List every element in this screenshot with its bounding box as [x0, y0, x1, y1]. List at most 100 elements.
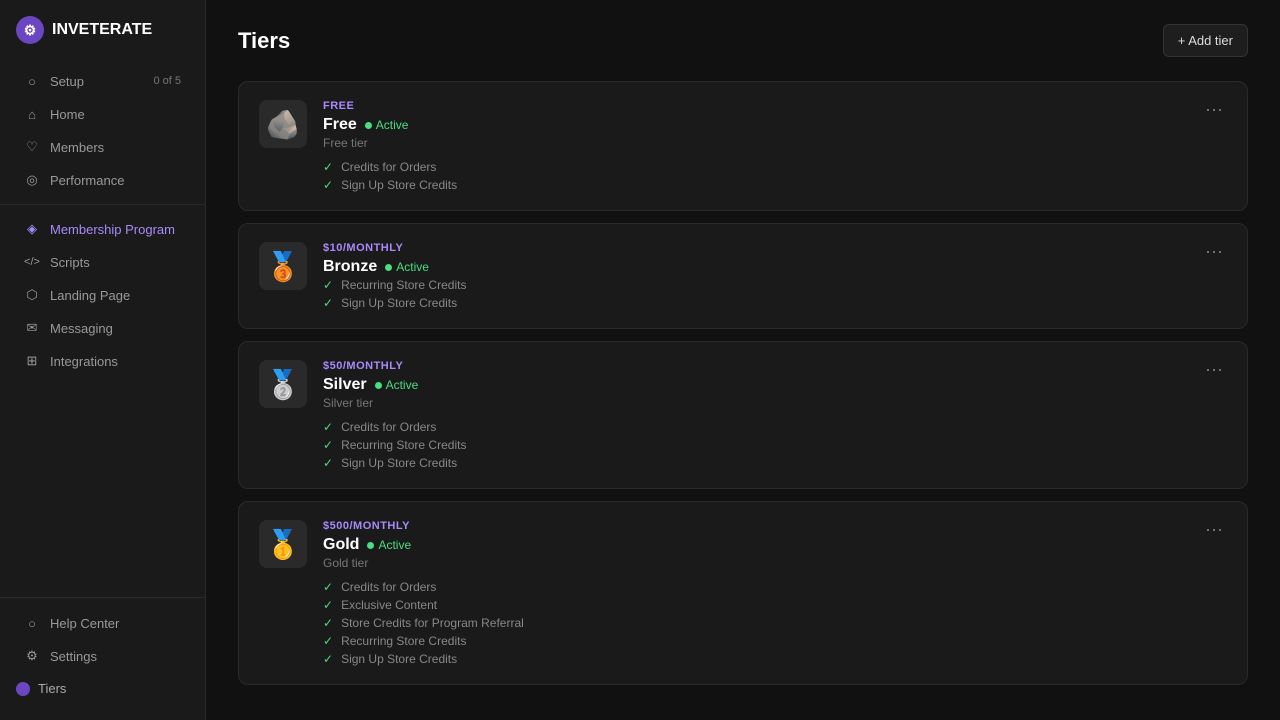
scripts-icon: </>	[24, 254, 40, 270]
sidebar-item-performance[interactable]: ◎ Performance	[8, 164, 197, 196]
tier-status: Active	[385, 260, 429, 274]
tier-name: Gold	[323, 536, 359, 554]
sidebar-item-scripts[interactable]: </> Scripts	[8, 246, 197, 278]
sidebar-item-label: Scripts	[50, 255, 90, 270]
check-icon: ✓	[323, 616, 333, 630]
sidebar-item-members[interactable]: ♡ Members	[8, 131, 197, 163]
add-tier-button[interactable]: + Add tier	[1163, 24, 1248, 57]
sidebar-nav: ○ Setup 0 of 5 ⌂ Home ♡ Members ◎ Perfor…	[0, 64, 205, 597]
tier-price: $10/MONTHLY	[323, 242, 1185, 254]
sidebar-bottom: ○ Help Center ⚙ Settings Tiers	[0, 597, 205, 720]
tier-card-free: 🪨 FREE Free Active Free tier ✓ Credits f…	[238, 81, 1248, 211]
sidebar-item-help-center[interactable]: ○ Help Center	[8, 607, 197, 639]
feature-label: Recurring Store Credits	[341, 278, 466, 292]
sidebar-item-tiers[interactable]: Tiers	[0, 673, 205, 704]
sidebar-item-label: Members	[50, 140, 104, 155]
feature-label: Sign Up Store Credits	[341, 652, 457, 666]
tier-feature: ✓ Credits for Orders	[323, 160, 1185, 174]
sidebar-item-messaging[interactable]: ✉ Messaging	[8, 312, 197, 344]
tier-description: Silver tier	[323, 396, 1185, 410]
tier-card-bronze: 🥉 $10/MONTHLY Bronze Active ✓ Recurring …	[238, 223, 1248, 329]
tiers-list: 🪨 FREE Free Active Free tier ✓ Credits f…	[238, 81, 1248, 685]
tier-feature: ✓ Credits for Orders	[323, 420, 1185, 434]
tier-name: Bronze	[323, 258, 377, 276]
sidebar-item-label: Messaging	[50, 321, 113, 336]
tier-feature: ✓ Exclusive Content	[323, 598, 1185, 612]
sidebar-item-label: Landing Page	[50, 288, 130, 303]
tier-name-row: Free Active	[323, 116, 1185, 134]
tier-card-gold: 🥇 $500/MONTHLY Gold Active Gold tier ✓ C…	[238, 501, 1248, 685]
main-header: Tiers + Add tier	[238, 24, 1248, 57]
tier-price: FREE	[323, 100, 1185, 112]
check-icon: ✓	[323, 456, 333, 470]
tier-price: $500/MONTHLY	[323, 520, 1185, 532]
check-icon: ✓	[323, 420, 333, 434]
tier-feature: ✓ Store Credits for Program Referral	[323, 616, 1185, 630]
tier-name-row: Gold Active	[323, 536, 1185, 554]
performance-icon: ◎	[24, 172, 40, 188]
home-icon: ⌂	[24, 106, 40, 122]
tier-body: FREE Free Active Free tier ✓ Credits for…	[323, 100, 1185, 192]
tier-emoji: 🪨	[259, 100, 307, 148]
feature-label: Sign Up Store Credits	[341, 296, 457, 310]
tiers-label: Tiers	[38, 681, 66, 696]
tier-menu-button[interactable]: ⋯	[1201, 242, 1227, 263]
tier-description: Free tier	[323, 136, 1185, 150]
tier-menu-button[interactable]: ⋯	[1201, 100, 1227, 121]
sidebar-item-home[interactable]: ⌂ Home	[8, 98, 197, 130]
tier-menu-button[interactable]: ⋯	[1201, 520, 1227, 541]
tier-body: $500/MONTHLY Gold Active Gold tier ✓ Cre…	[323, 520, 1185, 666]
tier-name-row: Silver Active	[323, 376, 1185, 394]
sidebar-item-landing-page[interactable]: ⬡ Landing Page	[8, 279, 197, 311]
page-title: Tiers	[238, 28, 290, 54]
status-dot	[385, 264, 392, 271]
setup-icon: ○	[24, 73, 40, 89]
tier-features-list: ✓ Credits for Orders ✓ Recurring Store C…	[323, 420, 1185, 470]
sidebar-item-label: Membership Program	[50, 222, 175, 237]
tier-feature: ✓ Sign Up Store Credits	[323, 456, 1185, 470]
tier-body: $10/MONTHLY Bronze Active ✓ Recurring St…	[323, 242, 1185, 310]
feature-label: Sign Up Store Credits	[341, 456, 457, 470]
help-center-icon: ○	[24, 615, 40, 631]
feature-label: Credits for Orders	[341, 420, 436, 434]
check-icon: ✓	[323, 178, 333, 192]
tier-menu-button[interactable]: ⋯	[1201, 360, 1227, 381]
sidebar-item-integrations[interactable]: ⊞ Integrations	[8, 345, 197, 377]
sidebar-item-label: Performance	[50, 173, 124, 188]
check-icon: ✓	[323, 296, 333, 310]
sidebar-item-setup[interactable]: ○ Setup 0 of 5	[8, 65, 197, 97]
status-dot	[365, 122, 372, 129]
tier-feature: ✓ Sign Up Store Credits	[323, 296, 1185, 310]
tier-features-list: ✓ Recurring Store Credits ✓ Sign Up Stor…	[323, 278, 1185, 310]
sidebar-item-label: Settings	[50, 649, 97, 664]
tier-name: Free	[323, 116, 357, 134]
tier-feature: ✓ Recurring Store Credits	[323, 634, 1185, 648]
tier-body: $50/MONTHLY Silver Active Silver tier ✓ …	[323, 360, 1185, 470]
tier-emoji: 🥇	[259, 520, 307, 568]
tier-status: Active	[365, 118, 409, 132]
check-icon: ✓	[323, 652, 333, 666]
feature-label: Credits for Orders	[341, 580, 436, 594]
tier-status: Active	[367, 538, 411, 552]
status-dot	[375, 382, 382, 389]
messaging-icon: ✉	[24, 320, 40, 336]
app-name: INVETERATE	[52, 21, 152, 39]
check-icon: ✓	[323, 580, 333, 594]
status-dot	[367, 542, 374, 549]
tier-name-row: Bronze Active	[323, 258, 1185, 276]
tier-card-silver: 🥈 $50/MONTHLY Silver Active Silver tier …	[238, 341, 1248, 489]
check-icon: ✓	[323, 634, 333, 648]
check-icon: ✓	[323, 160, 333, 174]
landing-page-icon: ⬡	[24, 287, 40, 303]
feature-label: Credits for Orders	[341, 160, 436, 174]
tier-price: $50/MONTHLY	[323, 360, 1185, 372]
tier-emoji: 🥈	[259, 360, 307, 408]
integrations-icon: ⊞	[24, 353, 40, 369]
sidebar-item-membership-program[interactable]: ◈ Membership Program	[8, 213, 197, 245]
tier-features-list: ✓ Credits for Orders ✓ Sign Up Store Cre…	[323, 160, 1185, 192]
check-icon: ✓	[323, 278, 333, 292]
sidebar-item-label: Home	[50, 107, 85, 122]
feature-label: Exclusive Content	[341, 598, 437, 612]
feature-label: Store Credits for Program Referral	[341, 616, 524, 630]
sidebar-item-settings[interactable]: ⚙ Settings	[8, 640, 197, 672]
